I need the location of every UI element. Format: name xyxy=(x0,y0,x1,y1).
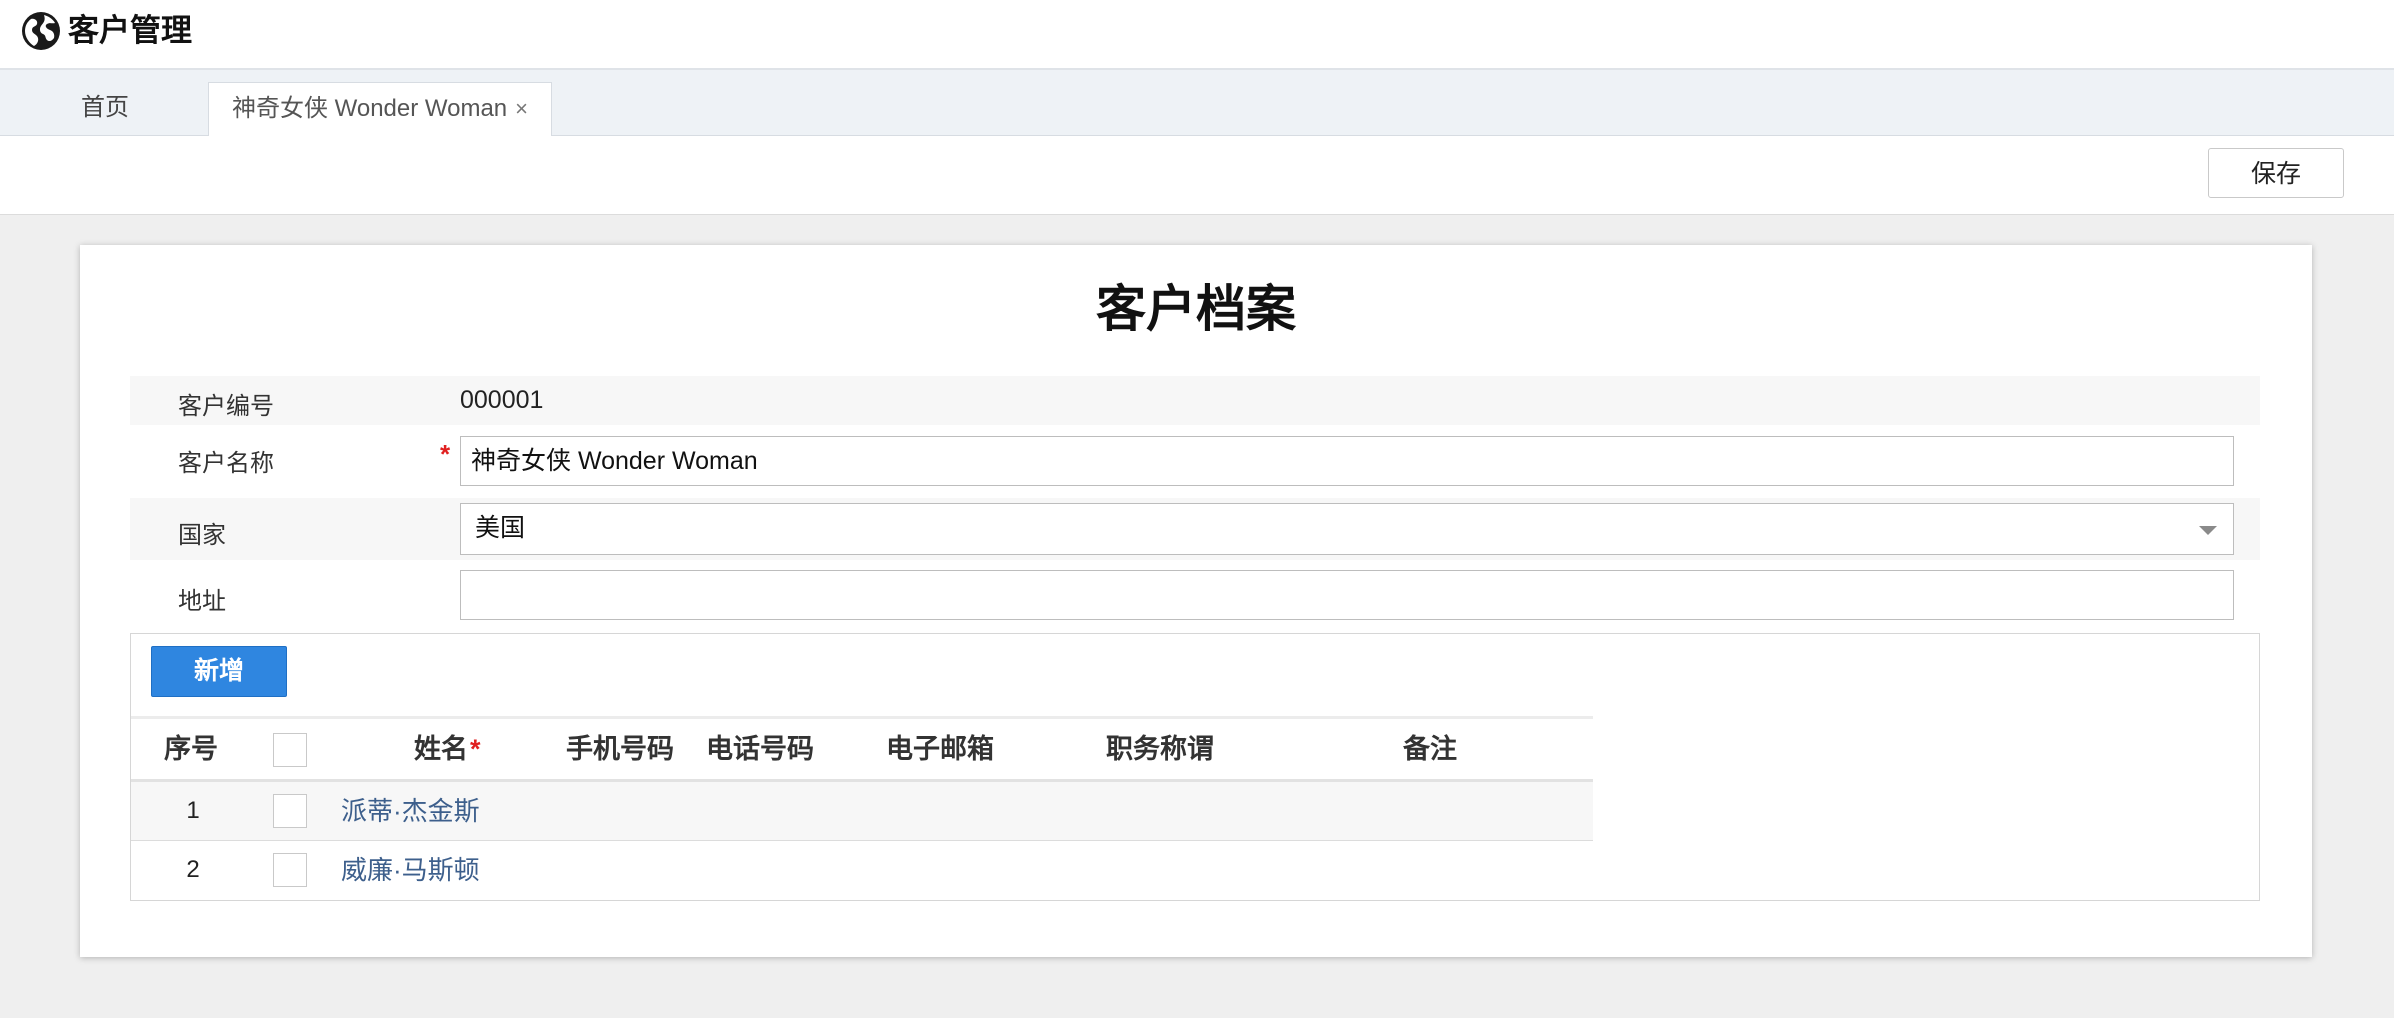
table-row[interactable]: 2 威廉·马斯顿 xyxy=(131,841,1593,899)
required-mark: * xyxy=(440,439,451,469)
page-title: 客户档案 xyxy=(1096,281,1296,337)
col-remark: 备注 xyxy=(1403,734,1457,764)
customer-name-input[interactable]: 神奇女侠 Wonder Woman xyxy=(460,436,2234,486)
country-select[interactable]: 美国 xyxy=(460,503,2234,555)
app-header: 客户管理 xyxy=(0,0,2394,70)
row-checkbox[interactable] xyxy=(273,853,307,887)
form-row-address: 地址 xyxy=(130,565,2260,625)
select-all-checkbox[interactable] xyxy=(273,733,307,767)
chevron-down-icon[interactable] xyxy=(2199,526,2217,535)
code-label: 客户编号 xyxy=(178,393,274,420)
tab-customer[interactable]: 神奇女侠 Wonder Woman × xyxy=(208,82,552,136)
app-title: 客户管理 xyxy=(68,13,192,48)
tab-strip: 首页 神奇女侠 Wonder Woman × xyxy=(0,70,2394,136)
col-phone: 电话号码 xyxy=(706,734,814,764)
save-button[interactable]: 保存 xyxy=(2208,148,2344,198)
tab-home[interactable]: 首页 xyxy=(0,82,210,135)
name-label: 客户名称 xyxy=(178,450,274,477)
customer-card: 客户档案 客户编号 000001 客户名称 * 神奇女侠 Wonder Woma… xyxy=(80,245,2312,957)
col-seq: 序号 xyxy=(164,734,218,764)
address-label: 地址 xyxy=(178,588,226,615)
contact-name-link[interactable]: 威廉·马斯顿 xyxy=(341,841,480,899)
col-name: 姓名* xyxy=(414,719,481,779)
tab-home-label: 首页 xyxy=(81,94,129,121)
grid-header: 序号 姓名* 手机号码 电话号码 电子邮箱 职务称谓 备注 xyxy=(131,719,1593,782)
grid-toolbar: 新增 xyxy=(131,634,1593,719)
country-label: 国家 xyxy=(178,522,226,549)
form-row-country: 国家 美国 xyxy=(130,498,2260,560)
close-icon[interactable]: × xyxy=(515,96,528,121)
form-row-code: 客户编号 000001 xyxy=(130,376,2260,425)
col-mobile: 手机号码 xyxy=(566,734,674,764)
contact-name-link[interactable]: 派蒂·杰金斯 xyxy=(341,782,480,840)
add-contact-button[interactable]: 新增 xyxy=(151,646,287,697)
globe-icon xyxy=(22,12,60,50)
row-seq: 2 xyxy=(186,856,200,883)
col-position: 职务称谓 xyxy=(1106,734,1214,764)
tab-customer-label: 神奇女侠 Wonder Woman xyxy=(231,95,508,122)
country-value: 美国 xyxy=(475,514,526,542)
address-input[interactable] xyxy=(460,570,2234,620)
contacts-grid: 新增 序号 姓名* 手机号码 电话号码 电子邮箱 职务称谓 备注 1 派蒂·杰金… xyxy=(130,633,2260,901)
row-seq: 1 xyxy=(186,797,200,824)
col-name-required: * xyxy=(470,734,481,764)
col-email: 电子邮箱 xyxy=(886,734,994,764)
col-name-label: 姓名 xyxy=(414,734,468,764)
toolbar: 保存 xyxy=(0,136,2394,215)
form-row-name: 客户名称 * 神奇女侠 Wonder Woman xyxy=(130,433,2260,493)
code-value: 000001 xyxy=(460,386,544,414)
table-row[interactable]: 1 派蒂·杰金斯 xyxy=(131,782,1593,841)
row-checkbox[interactable] xyxy=(273,794,307,828)
